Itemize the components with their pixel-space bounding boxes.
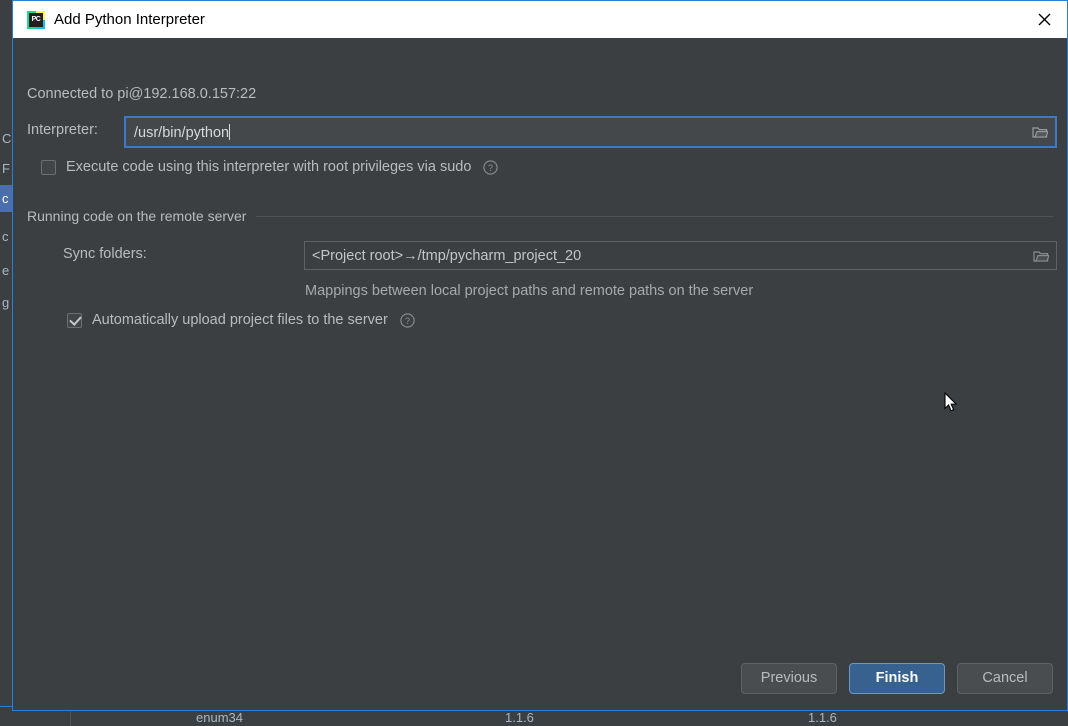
interpreter-row: Interpreter: /usr/bin/python: [27, 116, 1057, 148]
sudo-checkbox-label: Execute code using this interpreter with…: [66, 159, 472, 175]
pycharm-icon-mark: PC: [29, 12, 43, 27]
help-circle-icon[interactable]: ?: [400, 312, 415, 328]
svg-text:?: ?: [488, 163, 493, 173]
section-divider: [256, 215, 1053, 217]
table-cell-package: enum34: [196, 710, 243, 725]
folder-icon[interactable]: [1026, 242, 1056, 270]
help-circle-icon[interactable]: ?: [483, 159, 499, 175]
interpreter-input[interactable]: /usr/bin/python: [124, 116, 1057, 148]
interpreter-value-text: /usr/bin/python: [126, 123, 1025, 141]
sync-folders-label: Sync folders:: [63, 246, 147, 262]
previous-button[interactable]: Previous: [741, 662, 837, 694]
table-cell-version: 1.1.6: [505, 710, 534, 725]
sudo-checkbox-row[interactable]: Execute code using this interpreter with…: [41, 159, 499, 175]
dialog-titlebar: PC Add Python Interpreter: [13, 0, 1067, 38]
folder-icon[interactable]: [1025, 118, 1055, 146]
sync-folders-value: <Project root>→/tmp/pycharm_project_20: [312, 247, 582, 264]
dialog-title: Add Python Interpreter: [54, 11, 205, 28]
text-caret: [229, 123, 231, 140]
sync-folders-input[interactable]: <Project root>→/tmp/pycharm_project_20: [304, 241, 1057, 270]
sync-folders-row: Sync folders: <Project root>→/tmp/pychar…: [63, 241, 1057, 270]
cancel-button[interactable]: Cancel: [957, 662, 1053, 694]
interpreter-label: Interpreter:: [27, 122, 98, 138]
finish-button[interactable]: Finish: [849, 662, 945, 694]
connection-status: Connected to pi@192.168.0.157:22: [27, 86, 257, 102]
add-python-interpreter-dialog: PC Add Python Interpreter Connected to p…: [12, 0, 1068, 711]
close-icon[interactable]: [1021, 1, 1067, 38]
section-remote-title: Running code on the remote server: [27, 208, 247, 224]
dialog-body: Connected to pi@192.168.0.157:22 Interpr…: [13, 38, 1067, 710]
sudo-checkbox[interactable]: [41, 159, 56, 175]
auto-upload-checkbox-label: Automatically upload project files to th…: [92, 312, 388, 328]
interpreter-value-span: /usr/bin/python: [134, 124, 230, 141]
table-cell-latest: 1.1.6: [808, 710, 837, 725]
auto-upload-checkbox[interactable]: [67, 312, 82, 328]
svg-text:?: ?: [405, 316, 410, 326]
dialog-button-bar: Previous Finish Cancel: [13, 646, 1067, 710]
auto-upload-checkbox-row[interactable]: Automatically upload project files to th…: [67, 312, 415, 328]
sync-folders-hint: Mappings between local project paths and…: [305, 283, 754, 299]
section-remote-server: Running code on the remote server: [27, 208, 1053, 224]
pycharm-icon: PC: [27, 10, 45, 29]
